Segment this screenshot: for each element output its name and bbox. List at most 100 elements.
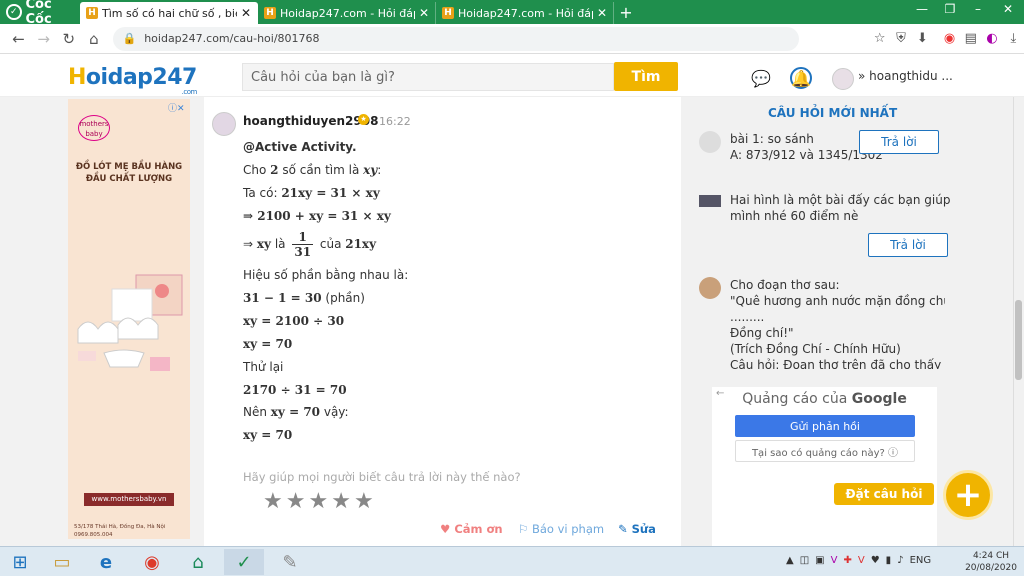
new-tab-button[interactable]: + <box>614 2 638 24</box>
tab-current[interactable]: H Tìm số có hai chữ số , biết rằ ✕ <box>80 2 258 24</box>
ask-question-button[interactable]: + <box>943 470 993 520</box>
question-avatar <box>699 277 721 299</box>
hoidap-favicon-icon: H <box>86 7 98 19</box>
browser-brand[interactable]: ✓ Cốc Cốc <box>0 0 80 27</box>
answer-line: Hiệu số phần bằng nhau là: <box>243 268 409 282</box>
close-window-icon[interactable]: ✕ <box>994 0 1022 20</box>
edit-button[interactable]: ✎ Sửa <box>618 522 656 536</box>
url-field[interactable]: 🔒 hoidap247.com/cau-hoi/801768 <box>112 26 800 51</box>
answer-button[interactable]: Trả lời <box>868 233 948 257</box>
star-icon[interactable]: ★ <box>308 490 328 514</box>
search-input[interactable]: Câu hỏi của bạn là gì? <box>242 63 614 91</box>
tray-icon[interactable]: ✚ <box>843 555 851 566</box>
app-icon[interactable]: ⌂ <box>178 549 218 575</box>
tab-hoidap-1[interactable]: H Hoidap247.com - Hỏi đáp on ✕ <box>258 2 436 24</box>
answer-line: Nên xy = 70 vậy: <box>243 405 349 419</box>
close-icon[interactable]: ✕ <box>419 6 429 20</box>
rating-prompt: Hãy giúp mọi người biết câu trả lời này … <box>243 470 521 484</box>
ad-address-line: 53/178 Thái Hà, Đống Đa, Hà Nội <box>74 524 166 530</box>
profile-icon[interactable]: ◐ <box>981 31 1002 46</box>
back-icon[interactable]: ← <box>6 30 31 48</box>
tray-icon[interactable]: ♥ <box>871 555 880 566</box>
paint-icon[interactable]: ✎ <box>270 549 310 575</box>
tray-icon[interactable]: V <box>831 555 838 566</box>
why-this-ad-button[interactable]: Tại sao có quảng cáo này? ⓘ <box>735 440 915 462</box>
star-icon[interactable]: ★ <box>354 490 374 514</box>
answer-button[interactable]: Trả lời <box>859 130 939 154</box>
logo-domain: .com <box>181 88 198 96</box>
question-avatar <box>699 131 721 153</box>
restore-icon[interactable]: ❐ <box>936 0 964 20</box>
minimize-window-icon[interactable]: – <box>964 0 992 20</box>
answer-line: Ta có: 21xy = 31 × xy <box>243 186 380 200</box>
bell-icon[interactable]: 🔔 <box>790 67 812 89</box>
tray-icon[interactable]: ▣ <box>815 555 824 566</box>
star-rating[interactable]: ★ ★ ★ ★ ★ <box>263 490 374 514</box>
star-icon[interactable]: ★ <box>263 490 283 514</box>
browser-brand-label: Cốc Cốc <box>25 0 52 27</box>
clock-time: 4:24 CH <box>972 551 1010 561</box>
ad-banner-left[interactable]: mothers baby ĐỒ LÓT MẸ BẦU HÀNG ĐẦU CHẤT… <box>68 99 190 539</box>
ad-close-icon[interactable]: ⓘ✕ <box>168 101 185 114</box>
forward-icon[interactable]: → <box>31 30 56 48</box>
question-avatar <box>699 195 721 207</box>
volume-icon[interactable]: ♪ <box>897 555 903 566</box>
tab-hoidap-2[interactable]: H Hoidap247.com - Hỏi đáp on ✕ <box>436 2 614 24</box>
hoidap-favicon-icon: H <box>264 7 276 19</box>
chevron-down-icon: » <box>858 69 866 83</box>
tray-icon[interactable]: ▲ <box>786 555 794 566</box>
network-icon[interactable]: ▮ <box>886 555 892 566</box>
avatar[interactable] <box>832 68 854 90</box>
file-explorer-icon[interactable]: ▭ <box>42 549 82 575</box>
google-ad-title: Quảng cáo của Google <box>742 391 907 407</box>
coccoc-icon[interactable]: ✓ <box>224 549 264 575</box>
language-indicator[interactable]: ENG <box>910 555 932 566</box>
scrollbar-thumb[interactable] <box>1015 300 1022 380</box>
answer-line: 2170 ÷ 31 = 70 <box>243 383 347 397</box>
fraction: 1 31 <box>292 230 314 259</box>
clock[interactable]: 4:24 CH 20/08/2020 <box>962 550 1020 574</box>
answer-line: 31 − 1 = 30 (phần) <box>243 291 365 305</box>
star-icon[interactable]: ★ <box>331 490 351 514</box>
answer-avatar[interactable] <box>212 112 236 136</box>
download-icon[interactable]: ⬇ <box>912 31 933 46</box>
tray-icon[interactable]: ◫ <box>800 555 809 566</box>
report-button[interactable]: ⚐ Báo vi phạm <box>518 522 604 536</box>
send-feedback-button[interactable]: Gửi phản hồi <box>735 415 915 437</box>
thanks-button[interactable]: ♥ Cảm ơn <box>440 522 503 536</box>
question-text[interactable]: Hai hình là một bài đấy các bạn giúp mình… <box>730 192 950 224</box>
shield-extension-icon[interactable]: ⛨ <box>890 31 911 46</box>
answer-line: ⇒ xy là 1 31 của 21xy <box>243 230 377 259</box>
tray-icon[interactable]: V <box>858 555 865 566</box>
close-icon[interactable]: ✕ <box>597 6 607 20</box>
extension-icon[interactable]: ◉ <box>939 31 960 46</box>
username-label: hoangthidu ... <box>869 69 953 83</box>
minimize-icon[interactable]: — <box>908 0 936 20</box>
answer-line: ⇒ 2100 + xy = 31 × xy <box>243 209 391 223</box>
logo-h: H <box>68 65 86 90</box>
home-icon[interactable]: ⌂ <box>81 30 106 48</box>
answer-mention: @Active Activity. <box>243 140 357 154</box>
site-logo[interactable]: Hoidap247 .com <box>68 65 197 96</box>
windows-start-icon[interactable]: ⊞ <box>0 549 40 575</box>
download-manager-icon[interactable]: ⤓ <box>1003 31 1024 46</box>
chat-icon[interactable]: 💬 <box>750 67 772 89</box>
search-button[interactable]: Tìm <box>614 62 678 91</box>
calendar-icon[interactable]: ▤ <box>960 31 981 46</box>
reload-icon[interactable]: ↻ <box>56 30 81 48</box>
answer-line: xy = 70 <box>243 337 293 351</box>
username-menu[interactable]: » hoangthidu ... <box>858 69 953 83</box>
ad-phone: 0969.805.004 <box>74 532 113 538</box>
coccoc-logo-icon: ✓ <box>6 4 22 20</box>
ask-question-label[interactable]: Đặt câu hỏi <box>834 483 934 505</box>
internet-explorer-icon[interactable]: e <box>86 549 126 575</box>
ad-address: 53/178 Thái Hà, Đống Đa, Hà Nội 0969.805.… <box>74 523 165 539</box>
ad-site-link[interactable]: www.mothersbaby.vn <box>84 493 174 506</box>
chrome-icon[interactable]: ◉ <box>132 549 172 575</box>
question-text[interactable]: Cho đoạn thơ sau: "Quê hương anh nước mặn… <box>730 277 945 369</box>
star-icon[interactable]: ☆ <box>869 31 890 46</box>
star-icon[interactable]: ★ <box>286 490 306 514</box>
hoidap-favicon-icon: H <box>442 7 454 19</box>
close-icon[interactable]: ✕ <box>241 6 251 20</box>
ad-headline: ĐỒ LÓT MẸ BẦU HÀNG ĐẦU CHẤT LƯỢNG <box>75 162 183 184</box>
